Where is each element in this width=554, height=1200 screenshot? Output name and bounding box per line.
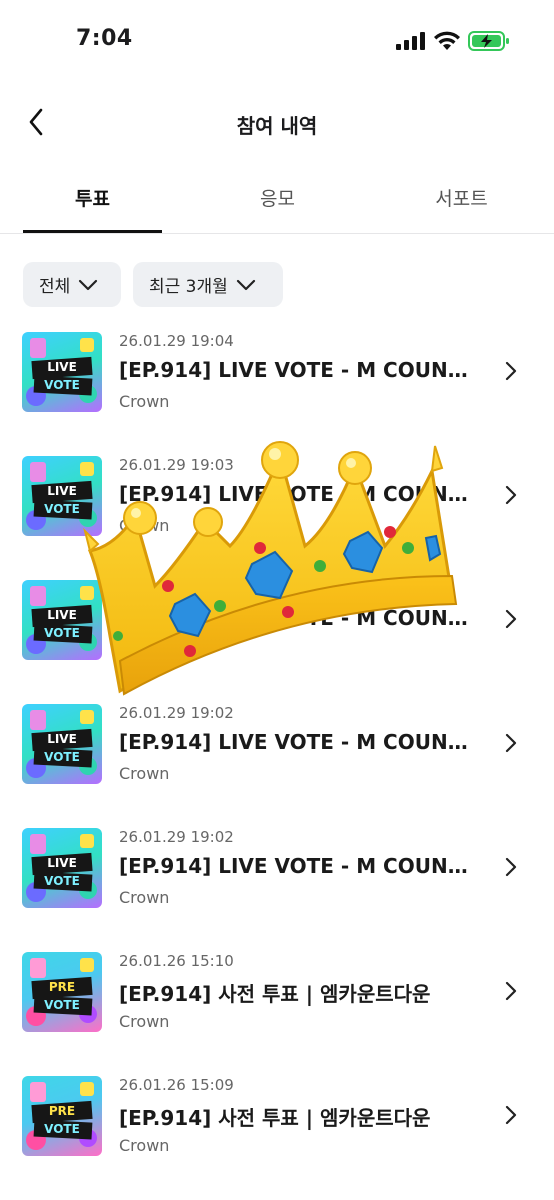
event-thumbnail: PRE VOTE xyxy=(22,1076,102,1156)
item-title: [EP.914] LIVE VOTE - M COUNTDOWN xyxy=(119,854,479,878)
item-artist: Crown xyxy=(119,1012,170,1031)
list-item[interactable]: PRE VOTE 26.01.26 15:09 [EP.914] 사전 투표 |… xyxy=(0,1064,554,1164)
item-title: [EP.914] LIVE VOTE - M COUNTDOWN xyxy=(119,358,479,382)
item-date: 26.01.26 15:09 xyxy=(119,1076,234,1094)
list-item[interactable]: LIVE VOTE 26.01.29 19:04 [EP.914] LIVE V… xyxy=(0,320,554,420)
item-date: 26.01.26 15:10 xyxy=(119,952,234,970)
event-thumbnail: LIVE VOTE xyxy=(22,332,102,412)
status-bar: 7:04 xyxy=(0,0,554,84)
page-title: 참여 내역 xyxy=(236,114,318,138)
list-item[interactable]: LIVE VOTE 26.01.29 19:02 [EP.914] LIVE V… xyxy=(0,816,554,916)
tab-bar: 투표 응모 서포트 xyxy=(0,164,554,234)
active-tab-indicator xyxy=(23,230,162,233)
event-thumbnail: PRE VOTE xyxy=(22,952,102,1032)
thumbnail-text-bottom: VOTE xyxy=(44,378,80,392)
thumbnail-text-bottom: VOTE xyxy=(44,998,80,1012)
event-thumbnail: LIVE VOTE xyxy=(22,704,102,784)
item-date: 26.01.29 19:02 xyxy=(119,828,234,846)
chevron-right-icon xyxy=(505,857,517,877)
cellular-signal-icon xyxy=(396,32,425,50)
battery-charging-icon xyxy=(468,31,509,51)
tab-vote[interactable]: 투표 xyxy=(23,184,162,211)
chevron-right-icon xyxy=(505,609,517,629)
tab-support[interactable]: 서포트 xyxy=(392,184,531,211)
item-artist: Crown xyxy=(119,392,170,411)
chevron-right-icon xyxy=(505,733,517,753)
item-title: [EP.914] 사전 투표 | 엠카운트다운 xyxy=(119,1106,431,1130)
filter-period-label: 최근 3개월 xyxy=(149,277,228,297)
chevron-right-icon xyxy=(505,981,517,1001)
thumbnail-text-top: LIVE xyxy=(47,856,77,870)
header: 참여 내역 xyxy=(0,90,554,156)
chevron-right-icon xyxy=(505,485,517,505)
thumbnail-text-top: PRE xyxy=(48,980,76,994)
filter-period-dropdown[interactable]: 최근 3개월 xyxy=(133,262,283,307)
filter-all-label: 전체 xyxy=(39,277,71,297)
thumbnail-text-bottom: VOTE xyxy=(44,750,80,764)
wifi-icon xyxy=(434,31,460,50)
item-artist: Crown xyxy=(119,888,170,907)
item-date: 26.01.29 19:04 xyxy=(119,332,234,350)
thumbnail-text-bottom: VOTE xyxy=(44,1122,80,1136)
chevron-right-icon xyxy=(505,1105,517,1125)
chevron-down-icon xyxy=(79,279,98,290)
item-title: [EP.914] 사전 투표 | 엠카운트다운 xyxy=(119,982,431,1006)
thumbnail-text-top: LIVE xyxy=(47,732,77,746)
tab-entry[interactable]: 응모 xyxy=(208,184,347,211)
event-thumbnail: LIVE VOTE xyxy=(22,828,102,908)
item-date: 26.01.29 19:02 xyxy=(119,704,234,722)
crown-icon xyxy=(83,441,458,696)
item-artist: Crown xyxy=(119,1136,170,1155)
list-item[interactable]: PRE VOTE 26.01.26 15:10 [EP.914] 사전 투표 |… xyxy=(0,940,554,1040)
list-item[interactable]: LIVE VOTE 26.01.29 19:02 [EP.914] LIVE V… xyxy=(0,692,554,792)
item-artist: Crown xyxy=(119,764,170,783)
thumbnail-text-top: PRE xyxy=(48,1104,76,1118)
chevron-right-icon xyxy=(505,361,517,381)
status-time: 7:04 xyxy=(76,26,133,51)
item-title: [EP.914] LIVE VOTE - M COUNTDOWN xyxy=(119,730,479,754)
thumbnail-text-bottom: VOTE xyxy=(44,874,80,888)
filter-all-dropdown[interactable]: 전체 xyxy=(23,262,121,307)
chevron-down-icon xyxy=(236,279,255,290)
thumbnail-text-top: LIVE xyxy=(47,360,77,374)
